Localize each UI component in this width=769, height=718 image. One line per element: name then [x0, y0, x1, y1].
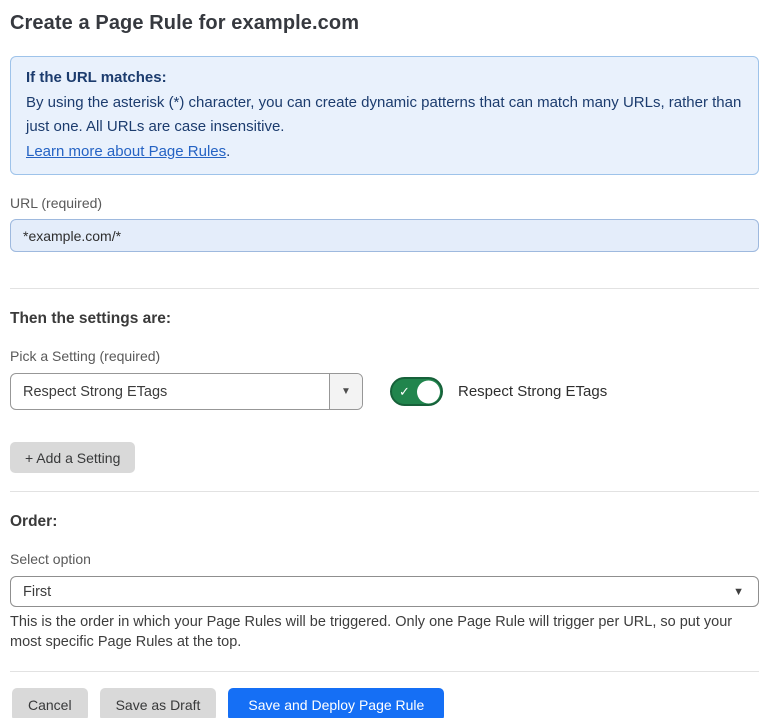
footer-actions: Cancel Save as Draft Save and Deploy Pag…: [10, 688, 759, 718]
setting-select[interactable]: Respect Strong ETags ▼: [10, 373, 363, 410]
info-box-body: By using the asterisk (*) character, you…: [26, 91, 743, 165]
save-as-draft-button[interactable]: Save as Draft: [100, 688, 217, 718]
info-box-body-text: By using the asterisk (*) character, you…: [26, 94, 741, 136]
add-setting-button[interactable]: + Add a Setting: [10, 442, 135, 473]
cancel-button[interactable]: Cancel: [12, 688, 88, 718]
learn-more-link[interactable]: Learn more about Page Rules: [26, 143, 226, 160]
setting-toggle[interactable]: ✓: [390, 377, 443, 406]
url-input[interactable]: [10, 219, 759, 252]
create-page-rule-panel: Create a Page Rule for example.com If th…: [0, 0, 769, 718]
setting-select-arrow-button[interactable]: ▼: [329, 374, 362, 409]
divider: [10, 491, 759, 492]
url-field-label: URL (required): [10, 195, 759, 211]
toggle-knob: [417, 380, 440, 403]
settings-section-heading: Then the settings are:: [10, 310, 759, 328]
order-select-value: First: [11, 584, 733, 600]
chevron-down-icon: ▼: [733, 586, 758, 598]
chevron-down-icon: ▼: [341, 386, 351, 397]
save-and-deploy-button[interactable]: Save and Deploy Page Rule: [228, 688, 444, 718]
link-suffix: .: [226, 143, 230, 160]
info-box-heading: If the URL matches:: [26, 66, 743, 91]
page-title: Create a Page Rule for example.com: [10, 12, 759, 35]
divider: [10, 671, 759, 672]
setting-row: Respect Strong ETags ▼ ✓ Respect Strong …: [10, 373, 759, 410]
check-icon: ✓: [399, 385, 410, 398]
order-help-text: This is the order in which your Page Rul…: [10, 612, 755, 652]
pick-setting-label: Pick a Setting (required): [10, 348, 759, 364]
divider: [10, 288, 759, 289]
setting-toggle-label: Respect Strong ETags: [458, 383, 607, 400]
order-section-heading: Order:: [10, 513, 759, 531]
order-select-label: Select option: [10, 551, 759, 567]
order-select[interactable]: First ▼: [10, 576, 759, 607]
setting-select-value: Respect Strong ETags: [11, 374, 329, 409]
url-match-info-box: If the URL matches: By using the asteris…: [10, 56, 759, 175]
